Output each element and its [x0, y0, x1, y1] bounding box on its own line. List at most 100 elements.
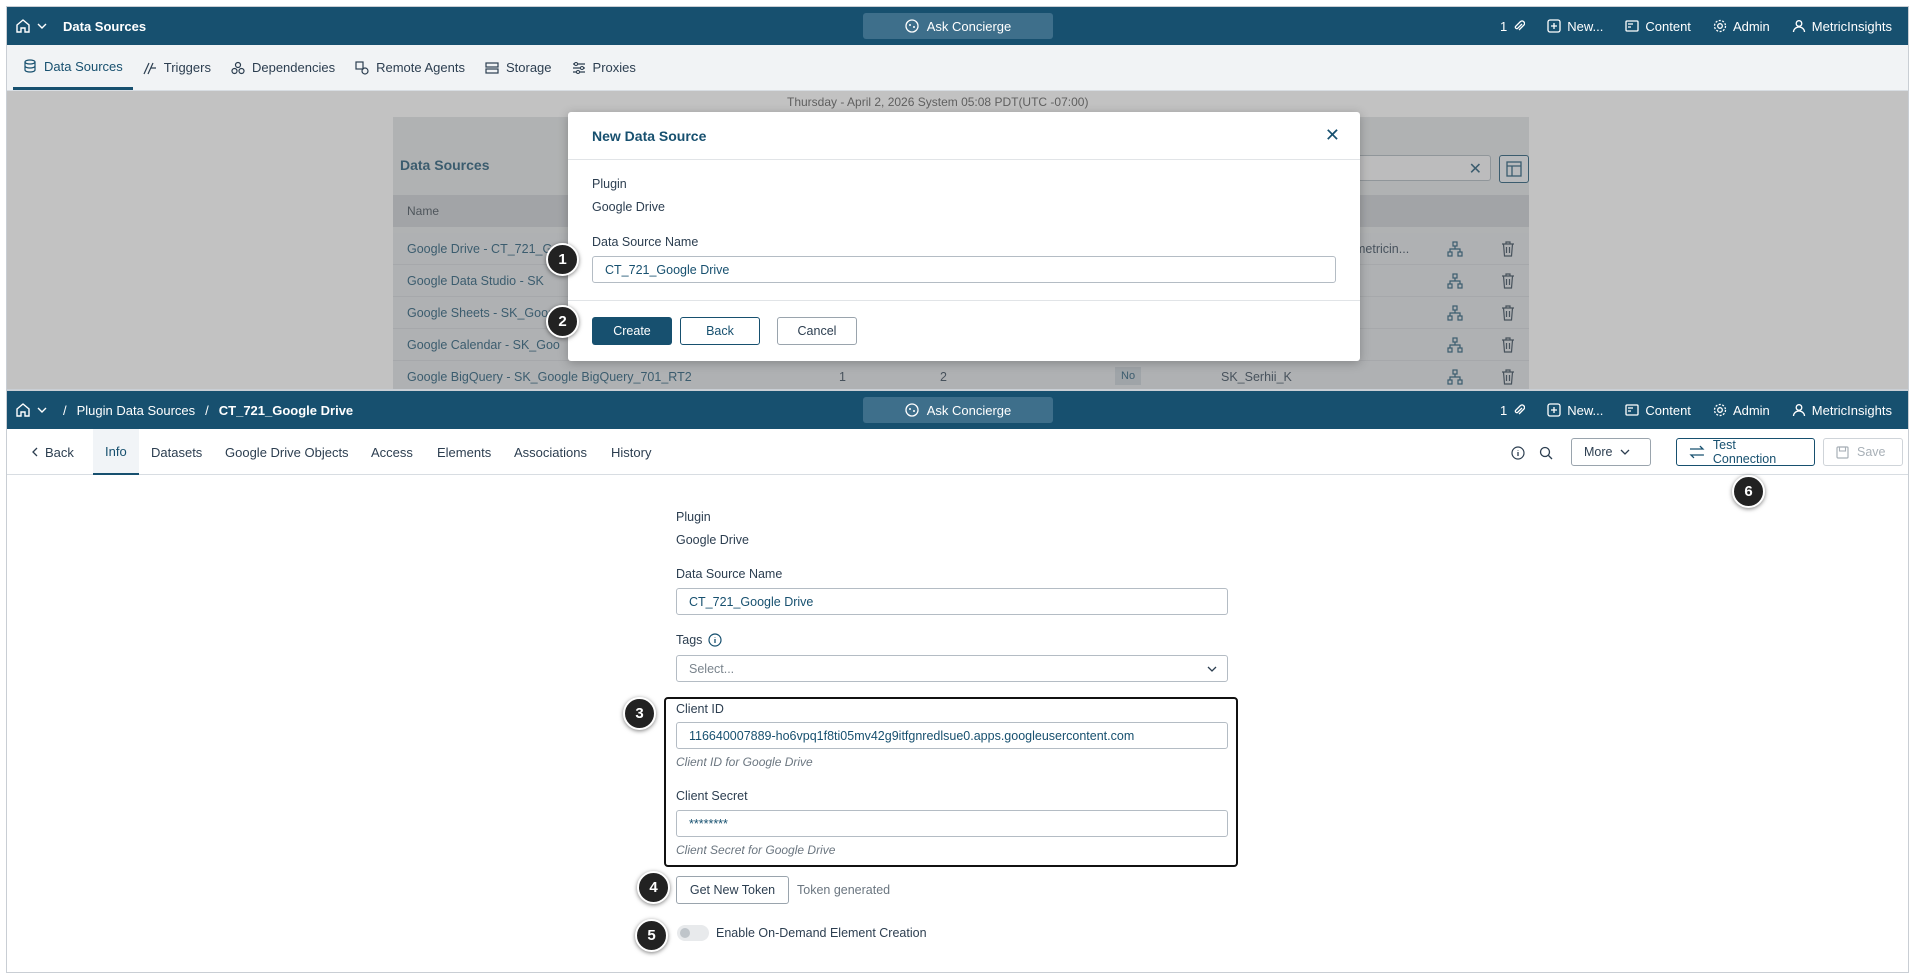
search-icon[interactable]	[1539, 446, 1553, 460]
tags-select[interactable]: Select...	[676, 655, 1228, 682]
attachments-button[interactable]: 1	[1500, 19, 1526, 34]
tags-placeholder: Select...	[689, 662, 735, 676]
modal-header: New Data Source ✕	[568, 112, 1360, 160]
tags-label: Tags	[676, 633, 703, 647]
back-label: Back	[45, 444, 74, 460]
dependencies-icon	[231, 61, 245, 74]
tab-elements[interactable]: Elements	[437, 429, 491, 475]
get-new-token-button[interactable]: Get New Token	[676, 876, 789, 904]
tab-history[interactable]: History	[611, 429, 651, 475]
modal-title: New Data Source	[592, 128, 707, 144]
client-id-label: Client ID	[676, 702, 724, 716]
remote-agent-icon	[355, 60, 369, 75]
subnav-tab-triggers[interactable]: Triggers	[133, 45, 221, 90]
chevron-left-icon	[32, 447, 38, 457]
new-button[interactable]: New...	[1547, 19, 1603, 34]
trigger-icon	[143, 62, 156, 74]
client-secret-label: Client Secret	[676, 789, 748, 803]
subnav-tab-proxies[interactable]: Proxies	[562, 45, 646, 90]
subnav-tab-label: Triggers	[163, 60, 211, 75]
back-button[interactable]: Back	[680, 317, 760, 345]
user-icon	[1792, 404, 1805, 417]
data-source-name-input[interactable]: CT_721_Google Drive	[676, 588, 1228, 615]
test-connection-button[interactable]: Test Connection	[1676, 438, 1815, 466]
tab-google-drive-objects[interactable]: Google Drive Objects	[225, 429, 349, 475]
gear-icon	[1713, 403, 1727, 417]
data-sources-screen: Data Sources Ask Concierge 1 New... Cont…	[6, 6, 1909, 390]
back-link[interactable]: Back	[31, 429, 74, 475]
toggle-knob	[680, 928, 690, 938]
create-button[interactable]: Create	[592, 317, 672, 345]
chevron-down-icon	[1207, 666, 1217, 672]
database-icon	[24, 59, 36, 73]
ask-concierge-button[interactable]: Ask Concierge	[863, 397, 1053, 423]
user-icon	[1792, 20, 1805, 33]
client-id-input[interactable]: 116640007889-ho6vpq1f8ti05mv42g9itfgnred…	[676, 722, 1228, 749]
content-button[interactable]: Content	[1625, 403, 1691, 418]
breadcrumb-separator: /	[205, 402, 209, 418]
content-label: Content	[1645, 18, 1691, 34]
save-button[interactable]: Save	[1823, 438, 1903, 466]
data-source-detail-screen: / Plugin Data Sources / CT_721_Google Dr…	[6, 390, 1909, 973]
user-label: MetricInsights	[1811, 402, 1892, 418]
gear-icon	[1713, 19, 1727, 33]
more-button[interactable]: More	[1571, 438, 1651, 466]
close-icon[interactable]: ✕	[1325, 125, 1340, 146]
admin-button[interactable]: Admin	[1713, 403, 1770, 418]
breadcrumb-plugin-data-sources[interactable]: Plugin Data Sources	[77, 403, 196, 418]
ask-concierge-button[interactable]: Ask Concierge	[863, 13, 1053, 39]
top-nav-bar: / Plugin Data Sources / CT_721_Google Dr…	[7, 391, 1908, 429]
subnav-tab-label: Storage	[505, 60, 552, 75]
proxies-icon	[572, 61, 585, 74]
home-menu[interactable]	[15, 402, 47, 418]
save-label: Save	[1857, 445, 1886, 459]
user-label: MetricInsights	[1811, 18, 1892, 34]
paperclip-icon	[1514, 20, 1526, 31]
home-icon	[16, 19, 30, 33]
info-icon[interactable]	[1511, 446, 1525, 460]
client-secret-hint: Client Secret for Google Drive	[676, 843, 836, 857]
home-icon	[16, 403, 30, 417]
step-marker-1: 1	[546, 243, 579, 276]
step-marker-2: 2	[546, 305, 579, 338]
tab-info[interactable]: Info	[93, 429, 139, 475]
admin-label: Admin	[1732, 18, 1770, 34]
concierge-icon	[905, 403, 919, 417]
plus-square-icon	[1547, 403, 1561, 417]
data-source-name-input[interactable]: CT_721_Google Drive	[592, 256, 1336, 283]
content-button[interactable]: Content	[1625, 19, 1691, 34]
data-sources-subnav: Data Sources Triggers Dependencies Remot…	[7, 45, 1908, 91]
tab-datasets[interactable]: Datasets	[151, 429, 202, 475]
concierge-icon	[905, 19, 919, 33]
tab-associations[interactable]: Associations	[514, 429, 587, 475]
subnav-tab-remote-agents[interactable]: Remote Agents	[345, 45, 475, 90]
client-id-hint: Client ID for Google Drive	[676, 755, 813, 769]
subnav-tab-data-sources[interactable]: Data Sources	[13, 45, 133, 90]
client-secret-input[interactable]: ********	[676, 810, 1228, 837]
page-title: Data Sources	[63, 18, 147, 34]
new-button[interactable]: New...	[1547, 403, 1603, 418]
admin-button[interactable]: Admin	[1713, 19, 1770, 34]
user-menu[interactable]: MetricInsights	[1792, 19, 1892, 34]
subnav-tab-dependencies[interactable]: Dependencies	[221, 45, 345, 90]
info-icon[interactable]	[708, 633, 723, 647]
breadcrumb: / Plugin Data Sources / CT_721_Google Dr…	[63, 403, 353, 418]
user-menu[interactable]: MetricInsights	[1792, 403, 1892, 418]
subnav-tab-label: Proxies	[592, 60, 636, 75]
subnav-tab-storage[interactable]: Storage	[475, 45, 562, 90]
home-menu[interactable]	[15, 18, 47, 34]
chevron-down-icon	[1621, 449, 1630, 455]
top-nav-bar: Data Sources Ask Concierge 1 New... Cont…	[7, 7, 1908, 45]
subnav-tab-label: Remote Agents	[376, 60, 465, 75]
cancel-button[interactable]: Cancel	[777, 317, 857, 345]
modal-footer-divider	[568, 300, 1360, 301]
attachments-button[interactable]: 1	[1500, 402, 1526, 418]
token-status: Token generated	[797, 883, 891, 897]
chevron-down-icon	[37, 407, 47, 413]
step-marker-4: 4	[637, 871, 670, 904]
on-demand-toggle[interactable]	[677, 925, 709, 941]
tab-access[interactable]: Access	[371, 429, 413, 475]
plugin-label: Plugin	[676, 510, 711, 524]
attachments-count: 1	[1500, 402, 1508, 418]
concierge-label: Ask Concierge	[926, 402, 1012, 418]
